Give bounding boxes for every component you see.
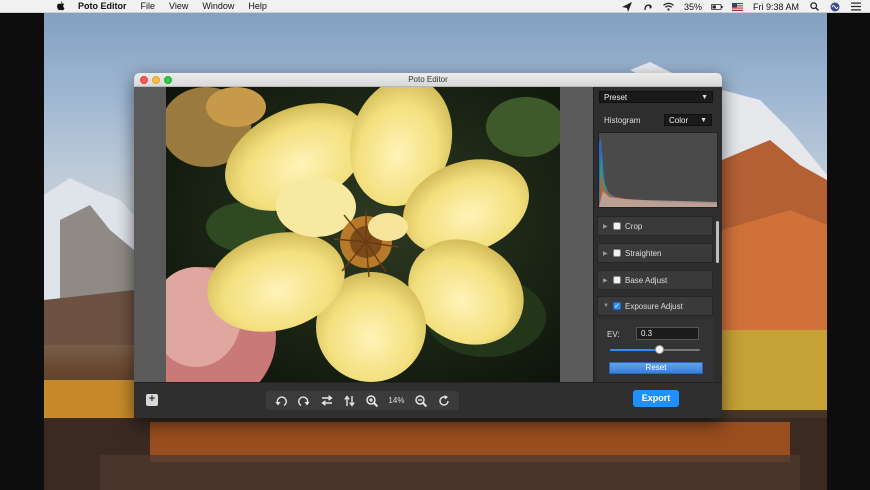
- status-area: 35% Fri 9:38 AM: [621, 0, 862, 13]
- ev-label: EV:: [607, 330, 620, 339]
- send-icon[interactable]: [621, 1, 633, 13]
- search-icon[interactable]: [808, 1, 820, 13]
- sidebar-scrollbar[interactable]: [716, 221, 719, 263]
- battery-icon[interactable]: [710, 1, 723, 13]
- menu-view[interactable]: View: [169, 1, 188, 11]
- section-label: Crop: [625, 221, 643, 231]
- refresh-icon[interactable]: [435, 393, 453, 409]
- menubar-clock[interactable]: Fri 9:38 AM: [753, 2, 799, 12]
- window-title: Poto Editor: [408, 75, 448, 84]
- disclosure-triangle-expanded-icon[interactable]: ▼: [603, 303, 609, 309]
- photo-image[interactable]: [166, 87, 560, 382]
- adjustments-sidebar: Preset ▼ Histogram Color ▼ ▶ Crop ▶ Stra…: [593, 87, 722, 382]
- section-base-adjust[interactable]: ▶ Base Adjust: [597, 270, 713, 290]
- export-button[interactable]: Export: [633, 390, 679, 407]
- sync-icon[interactable]: [642, 1, 654, 13]
- notification-center-icon[interactable]: [850, 1, 862, 13]
- reset-button[interactable]: Reset: [609, 362, 703, 374]
- rotate-left-icon[interactable]: [272, 393, 290, 409]
- histogram-mode-value: Color: [669, 116, 689, 125]
- rotate-right-icon[interactable]: [295, 393, 313, 409]
- section-straighten[interactable]: ▶ Straighten: [597, 243, 713, 263]
- disclosure-triangle-icon[interactable]: ▶: [603, 277, 609, 284]
- zoom-out-icon[interactable]: [412, 393, 430, 409]
- preset-dropdown[interactable]: Preset ▼: [599, 91, 713, 103]
- siri-icon[interactable]: [829, 1, 841, 13]
- section-exposure-adjust[interactable]: ▼ ✓ Exposure Adjust: [597, 296, 713, 316]
- apple-icon[interactable]: [54, 0, 66, 12]
- disclosure-triangle-icon[interactable]: ▶: [603, 223, 609, 230]
- exposure-panel: EV: 0.3 Reset: [597, 318, 713, 382]
- flag-icon[interactable]: [732, 1, 744, 13]
- battery-percent: 35%: [683, 1, 702, 12]
- title-bar[interactable]: Poto Editor: [134, 73, 722, 87]
- histogram-mode-dropdown[interactable]: Color ▼: [664, 114, 712, 126]
- add-button[interactable]: +: [146, 394, 158, 406]
- section-label: Straighten: [625, 248, 662, 258]
- preset-label: Preset: [604, 93, 628, 102]
- bottom-toolbar: + 14% Export: [134, 382, 722, 418]
- ev-input[interactable]: 0.3: [636, 327, 699, 340]
- menu-help[interactable]: Help: [248, 1, 267, 11]
- exposure-adjust-checkbox[interactable]: ✓: [613, 302, 621, 310]
- menu-window[interactable]: Window: [202, 1, 234, 11]
- histogram-label: Histogram: [604, 116, 641, 125]
- ev-slider-thumb[interactable]: [655, 345, 664, 354]
- crop-checkbox[interactable]: [613, 222, 621, 230]
- app-window: Poto Editor Preset ▼ Histogram Color ▼ ▶…: [134, 73, 722, 418]
- menu-bar: Poto Editor File View Window Help 35% Fr…: [0, 0, 870, 13]
- chevron-down-icon: ▼: [700, 117, 707, 124]
- base-adjust-checkbox[interactable]: [613, 276, 621, 284]
- chevron-down-icon: ▼: [701, 94, 708, 101]
- section-label: Exposure Adjust: [625, 301, 683, 311]
- straighten-checkbox[interactable]: [613, 249, 621, 257]
- edit-tools-group: 14%: [266, 391, 459, 410]
- section-crop[interactable]: ▶ Crop: [597, 216, 713, 236]
- wifi-icon[interactable]: [663, 1, 675, 13]
- zoom-in-icon[interactable]: [363, 393, 381, 409]
- zoom-level: 14%: [388, 396, 405, 405]
- menu-file[interactable]: File: [141, 1, 156, 11]
- disclosure-triangle-icon[interactable]: ▶: [603, 250, 609, 257]
- photo-canvas[interactable]: [134, 87, 593, 382]
- histogram-chart: [598, 132, 718, 208]
- section-label: Base Adjust: [625, 275, 668, 285]
- menu-app-name[interactable]: Poto Editor: [78, 1, 127, 11]
- flip-vertical-icon[interactable]: [340, 393, 358, 409]
- ev-slider-fill: [610, 349, 660, 351]
- flip-horizontal-icon[interactable]: [318, 393, 336, 409]
